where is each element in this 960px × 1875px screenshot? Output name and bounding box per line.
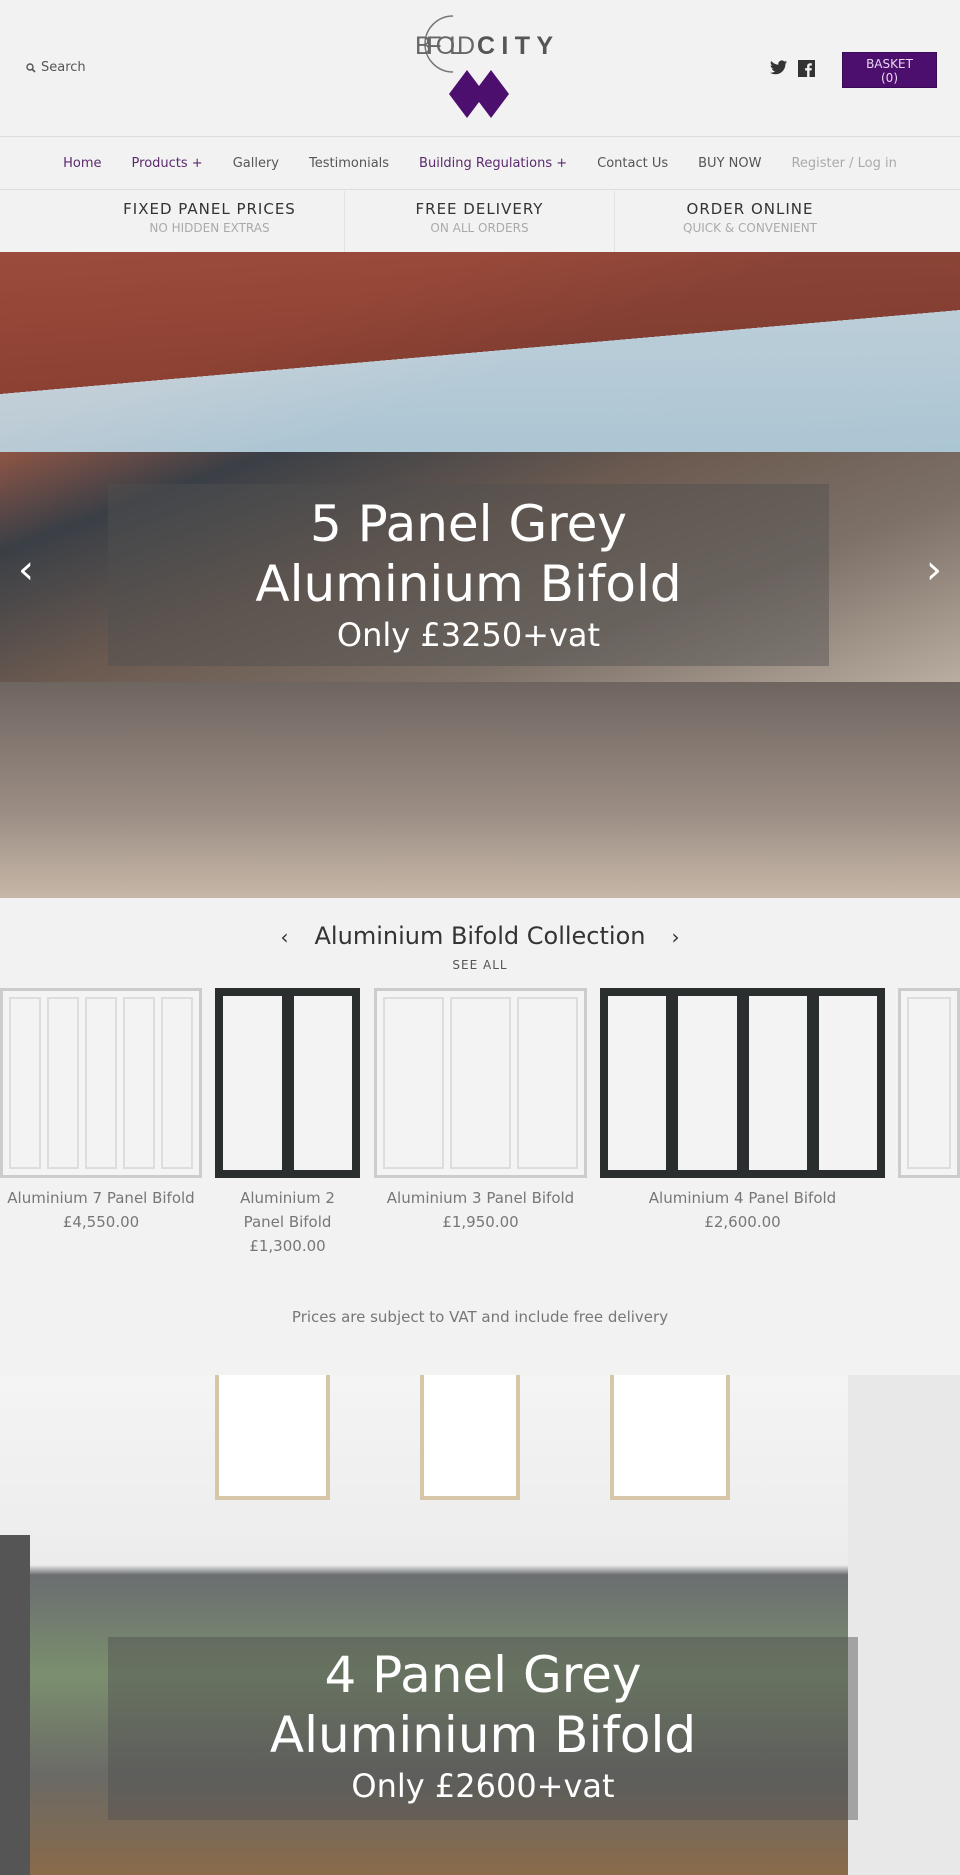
- nav-building-regulations[interactable]: Building Regulations +: [419, 156, 567, 171]
- nav-register-login[interactable]: Register / Log in: [791, 156, 896, 171]
- product-image: [0, 988, 202, 1178]
- hero-price: Only £2600+vat: [351, 1767, 615, 1805]
- hero-image: [0, 252, 960, 452]
- basket-button[interactable]: BASKET (0): [842, 52, 937, 88]
- hero-caption: 5 Panel Grey Aluminium Bifold Only £3250…: [108, 484, 829, 666]
- slide-prev-arrow[interactable]: ‹: [18, 547, 34, 593]
- product-price: £2,600.00: [704, 1213, 781, 1231]
- product-price: £1,300.00: [249, 1237, 326, 1255]
- product-name: Aluminium 2 Panel Bifold: [240, 1189, 335, 1231]
- basket-count: (0): [881, 71, 898, 85]
- search-icon: [26, 62, 36, 73]
- site-header: Search BIFOLD CITY BASKET (0): [0, 0, 960, 137]
- hero-caption: 4 Panel Grey Aluminium Bifold Only £2600…: [108, 1637, 858, 1820]
- twitter-icon[interactable]: [770, 60, 788, 76]
- feature-strip: FIXED PANEL PRICES NO HIDDEN EXTRAS FREE …: [0, 191, 960, 252]
- main-nav: Home Products + Gallery Testimonials Bui…: [0, 138, 960, 190]
- hero-title: 4 Panel Grey Aluminium Bifold: [269, 1646, 697, 1764]
- product-name: Aluminium 7 Panel Bifold: [7, 1189, 195, 1207]
- product-card[interactable]: Aluminium 3 Panel Bifold £1,950.00: [374, 988, 587, 1234]
- product-card-partial[interactable]: [898, 988, 960, 1178]
- feature-subtitle: QUICK & CONVENIENT: [683, 221, 817, 235]
- hero-slide[interactable]: ‹ › 5 Panel Grey Aluminium Bifold Only £…: [0, 252, 960, 898]
- social-links: [770, 60, 815, 77]
- product-name: Aluminium 4 Panel Bifold: [648, 1189, 837, 1207]
- price-disclaimer: Prices are subject to VAT and include fr…: [291, 1308, 669, 1326]
- nav-buy-now[interactable]: BUY NOW: [698, 156, 761, 171]
- collection-header: ‹ Aluminium Bifold Collection ›: [0, 922, 960, 950]
- product-card[interactable]: Aluminium 4 Panel Bifold £2,600.00: [600, 988, 885, 1234]
- wall-right: [848, 1375, 960, 1875]
- product-image: [374, 988, 587, 1178]
- slide-next-arrow[interactable]: ›: [926, 547, 942, 593]
- feature-title: FREE DELIVERY: [415, 200, 544, 218]
- search-button[interactable]: Search: [26, 60, 86, 75]
- nav-gallery[interactable]: Gallery: [233, 156, 279, 171]
- nav-testimonials[interactable]: Testimonials: [309, 156, 389, 171]
- svg-text:CITY: CITY: [477, 32, 553, 60]
- nav-home[interactable]: Home: [63, 156, 101, 171]
- feature-title: FIXED PANEL PRICES: [123, 200, 296, 218]
- product-price: £4,550.00: [62, 1213, 140, 1231]
- feature-item: ORDER ONLINE QUICK & CONVENIENT: [615, 191, 885, 252]
- nav-contact-us[interactable]: Contact Us: [597, 156, 668, 171]
- product-card[interactable]: Aluminium 7 Panel Bifold £4,550.00: [0, 988, 202, 1234]
- feature-item: FREE DELIVERY ON ALL ORDERS: [345, 191, 615, 252]
- skylight: [420, 1375, 520, 1500]
- collection-prev-button[interactable]: ‹: [281, 925, 289, 949]
- facebook-icon[interactable]: [798, 60, 815, 77]
- product-card[interactable]: Aluminium 2 Panel Bifold £1,300.00: [215, 988, 360, 1258]
- skylight: [610, 1375, 730, 1500]
- feature-title: ORDER ONLINE: [686, 200, 814, 218]
- basket-label: BASKET: [866, 57, 913, 71]
- feature-item: FIXED PANEL PRICES NO HIDDEN EXTRAS: [75, 191, 345, 252]
- product-name: Aluminium 3 Panel Bifold: [386, 1189, 575, 1207]
- see-all-link[interactable]: SEE ALL: [0, 958, 960, 972]
- hero-title: 5 Panel Grey Aluminium Bifold: [255, 495, 682, 613]
- hero-image-floor: [0, 682, 960, 898]
- hero-price: Only £3250+vat: [336, 616, 601, 654]
- collection-next-button[interactable]: ›: [671, 925, 679, 949]
- hero-slide[interactable]: 4 Panel Grey Aluminium Bifold Only £2600…: [0, 1375, 960, 1875]
- wall-left: [0, 1535, 30, 1875]
- product-image: [215, 988, 360, 1178]
- feature-subtitle: NO HIDDEN EXTRAS: [149, 221, 270, 235]
- nav-products[interactable]: Products +: [132, 156, 203, 171]
- product-price: £1,950.00: [442, 1213, 519, 1231]
- svg-text:BIFOLD: BIFOLD: [415, 32, 475, 60]
- search-label: Search: [41, 60, 86, 75]
- collection-title: Aluminium Bifold Collection: [314, 922, 646, 950]
- product-image: [898, 988, 960, 1178]
- skylight: [215, 1375, 330, 1500]
- product-image: [600, 988, 885, 1178]
- feature-subtitle: ON ALL ORDERS: [430, 221, 529, 235]
- logo[interactable]: BIFOLD CITY: [405, 14, 557, 124]
